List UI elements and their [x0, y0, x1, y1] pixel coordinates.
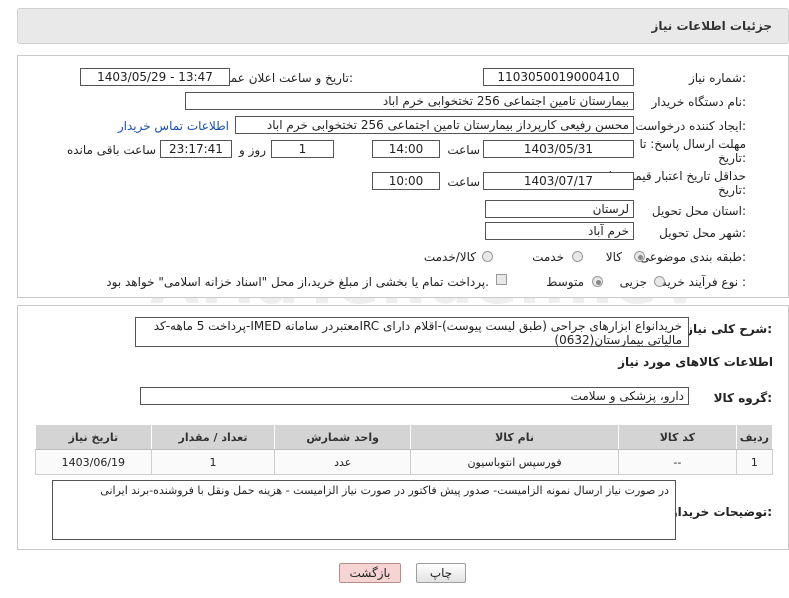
treasury-payment-checkbox[interactable] [496, 274, 507, 285]
validity-time-field: 10:00 [372, 172, 440, 190]
deadline-date-field: 1403/05/31 [483, 140, 634, 158]
buyer-notes-textarea[interactable]: در صورت نیاز ارسال نمونه الزامیست- صدور … [52, 480, 676, 540]
process-option-minor: جزیی [619, 275, 647, 289]
category-option-goods-service: کالا/خدمت [423, 250, 476, 264]
category-radio-goods[interactable] [634, 251, 645, 262]
cell-date: 1403/06/19 [35, 449, 152, 475]
city-label: شهر محل تحویل: [659, 226, 746, 240]
col-header-date: تاریخ نیاز [35, 424, 152, 450]
category-radio-goods-service[interactable] [482, 251, 493, 262]
cell-index: 1 [735, 449, 774, 475]
process-option-medium: متوسط [546, 275, 584, 289]
buyer-org-label: نام دستگاه خریدار: [651, 95, 747, 109]
buyer-notes-label: توضیحات خریدار: [670, 505, 772, 519]
deadline-time-label: ساعت [447, 143, 480, 157]
col-header-unit: واحد شمارش [274, 424, 412, 450]
col-header-name: نام کالا [410, 424, 619, 450]
print-button[interactable]: چاپ [416, 563, 466, 583]
city-field: خرم آباد [485, 222, 634, 240]
deadline-time-field: 14:00 [372, 140, 440, 158]
back-button[interactable]: بازگشت [339, 563, 401, 583]
goods-table-header: ردیف کد کالا نام کالا واحد شمارش تعداد /… [35, 424, 774, 450]
remaining-time-field: 23:17:41 [160, 140, 232, 158]
need-number-label: شماره نیاز: [688, 71, 746, 85]
process-radio-minor[interactable] [654, 276, 665, 287]
treasury-payment-note: پرداخت تمام یا بخشی از مبلغ خرید،از محل … [106, 275, 489, 289]
page-title: جزئیات اطلاعات نیاز [651, 19, 772, 33]
process-radio-medium[interactable] [592, 276, 603, 287]
cell-code: -- [617, 449, 737, 475]
category-radio-service[interactable] [572, 251, 583, 262]
province-label: استان محل تحویل: [651, 204, 746, 218]
col-header-index: ردیف [735, 424, 774, 450]
category-option-goods: کالا [605, 250, 622, 264]
description-label: شرح کلی نیاز: [686, 322, 772, 336]
table-row: 1 -- فورسپس انتوباسیون عدد 1 1403/06/19 [35, 449, 774, 475]
creator-label: ایجاد کننده درخواست: [635, 119, 746, 133]
deadline-date-label: تاریخ: [718, 151, 746, 165]
buyer-contact-link[interactable]: اطلاعات تماس خریدار [118, 119, 229, 133]
need-number-field: 1103050019000410 [483, 68, 634, 86]
goods-table-wrap: ردیف کد کالا نام کالا واحد شمارش تعداد /… [35, 424, 774, 475]
goods-group-field: دارو، پزشکی و سلامت [140, 387, 689, 405]
col-header-code: کد کالا [617, 424, 737, 450]
province-field: لرستان [485, 200, 634, 218]
description-textarea[interactable]: خریدانواع ابزارهای جراحی (طبق لیست پیوست… [135, 317, 689, 347]
cell-name: فورسپس انتوباسیون [410, 449, 619, 475]
goods-group-label: گروه کالا: [713, 391, 772, 405]
col-header-qty: تعداد / مقدار [150, 424, 276, 450]
days-remaining-field: 1 [271, 140, 334, 158]
page-header: جزئیات اطلاعات نیاز [17, 8, 789, 44]
buyer-org-field: بیمارستان تامین اجتماعی 256 تختخوابی خرم… [185, 92, 634, 110]
announce-field: 1403/05/29 - 13:47 [80, 68, 230, 86]
category-option-service: خدمت [532, 250, 564, 264]
cell-qty: 1 [150, 449, 276, 475]
remaining-label: ساعت باقی مانده [66, 143, 156, 157]
category-label: طبقه بندی موضوعی: [639, 250, 746, 264]
goods-section-title: اطلاعات کالاهای مورد نیاز [618, 355, 773, 369]
validity-time-label: ساعت [447, 175, 480, 189]
validity-date-label: تاریخ: [718, 183, 746, 197]
cell-unit: عدد [274, 449, 412, 475]
creator-field: محسن رفیعی کارپرداز بیمارستان تامین اجتم… [235, 116, 634, 134]
validity-date-field: 1403/07/17 [483, 172, 634, 190]
deadline-label: مهلت ارسال پاسخ: تا [639, 137, 746, 151]
process-label: نوع فرآیند خرید : [661, 275, 746, 289]
goods-table: ردیف کد کالا نام کالا واحد شمارش تعداد /… [35, 424, 774, 475]
days-label: روز و [239, 143, 266, 157]
